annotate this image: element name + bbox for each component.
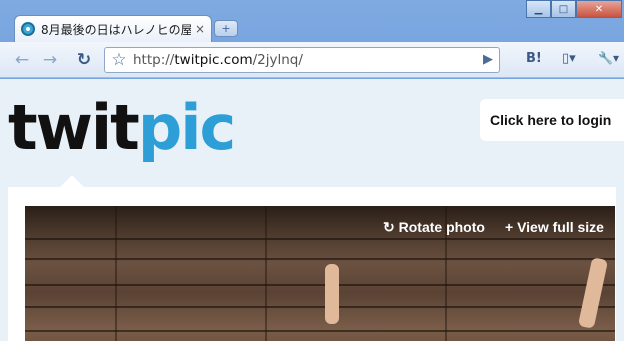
maximize-button[interactable]: □	[551, 0, 576, 18]
hand-right	[577, 257, 609, 329]
view-full-size-button[interactable]: + View full size	[505, 219, 604, 235]
go-icon[interactable]: ▶	[483, 52, 493, 67]
rotate-photo-button[interactable]: ↻ Rotate photo	[383, 219, 485, 236]
hatena-bookmark-button[interactable]: B!	[526, 51, 542, 66]
tab-title: 8月最後の日はハレノヒの屋...	[41, 22, 191, 37]
content-notch	[60, 175, 84, 187]
photo-image[interactable]: ↻ Rotate photo + View full size	[25, 206, 615, 341]
minimize-button[interactable]: ▁	[526, 0, 551, 18]
tab-active[interactable]: 8月最後の日はハレノヒの屋... ×	[14, 15, 212, 42]
photo-panel: ↻ Rotate photo + View full size	[8, 187, 616, 341]
browser-toolbar: ← → ↻ ☆ http://twitpic.com/2jylnq/ ▶ B! …	[0, 42, 624, 78]
address-bar[interactable]: ☆ http://twitpic.com/2jylnq/ ▶	[104, 47, 500, 73]
tab-strip: 8月最後の日はハレノヒの屋... × + ▁ □ ✕	[0, 0, 624, 42]
twitpic-favicon-icon	[21, 22, 35, 36]
bookmark-star-icon[interactable]: ☆	[105, 50, 133, 70]
url-text: http://twitpic.com/2jylnq/	[133, 52, 303, 68]
close-window-button[interactable]: ✕	[576, 0, 622, 18]
new-tab-button[interactable]: +	[214, 20, 238, 37]
twitpic-logo[interactable]: twitpic	[8, 97, 236, 159]
reload-button[interactable]: ↻	[72, 49, 96, 71]
hand-left	[325, 264, 339, 324]
window-controls: ▁ □ ✕	[526, 0, 622, 18]
page-content: twitpic Click here to login ↻ Rotate pho…	[0, 79, 624, 341]
forward-button[interactable]: →	[38, 49, 62, 71]
tab-close-icon[interactable]: ×	[195, 22, 205, 36]
browser-window: 8月最後の日はハレノヒの屋... × + ▁ □ ✕ ← → ↻ ☆ http:…	[0, 0, 624, 341]
login-button[interactable]: Click here to login	[480, 99, 624, 141]
wrench-menu-icon[interactable]: 🔧▾	[598, 51, 619, 65]
page-menu-icon[interactable]: ▯▾	[562, 51, 576, 66]
back-button[interactable]: ←	[10, 49, 34, 71]
